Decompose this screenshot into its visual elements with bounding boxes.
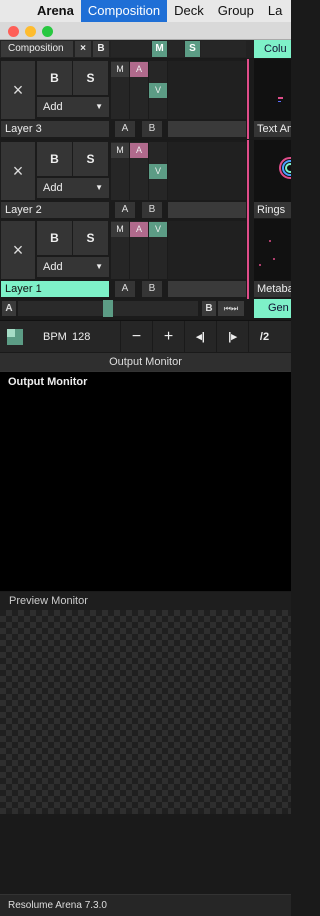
generators-tab[interactable]: Gen <box>254 299 291 318</box>
layer-slot-bar <box>168 121 246 137</box>
layer-mute-button[interactable]: M <box>111 222 129 237</box>
layer-divider <box>247 140 249 220</box>
text-animation-preview <box>278 97 283 102</box>
layer-solo-button[interactable]: S <box>73 61 108 95</box>
layer-crossfade-a[interactable]: A <box>115 121 135 137</box>
clip-name[interactable]: Metaba <box>254 281 291 297</box>
clip-name[interactable]: Rings <box>254 202 291 218</box>
layer-row-1: × B S Add ▼ Layer 1 M A V A B Metaba <box>0 219 291 299</box>
layer-audio-button[interactable]: A <box>130 143 148 158</box>
layer-name[interactable]: Layer 3 <box>1 121 109 137</box>
layer-mute-button[interactable]: M <box>111 143 129 158</box>
clip-thumbnail[interactable] <box>254 140 291 202</box>
layer-divider <box>247 219 249 299</box>
tap-square-icon[interactable] <box>7 329 23 345</box>
bpm-decrease-button[interactable]: − <box>120 321 152 353</box>
layer-clear-button[interactable]: × <box>1 61 35 119</box>
menu-deck[interactable]: Deck <box>167 0 211 22</box>
preview-monitor-canvas <box>0 610 291 814</box>
preview-monitor-footer <box>0 814 291 894</box>
layer-crossfade-b[interactable]: B <box>142 121 162 137</box>
composition-button[interactable]: Composition <box>1 41 73 57</box>
layer-slot-bar <box>168 281 246 297</box>
layer-crossfade-b[interactable]: B <box>142 202 162 218</box>
window-title-bar <box>0 22 291 40</box>
layer-slot <box>168 61 246 119</box>
composition-spacer <box>111 41 151 57</box>
bpm-label: BPM <box>43 331 67 343</box>
layer-name[interactable]: Layer 2 <box>1 202 109 218</box>
bpm-increase-button[interactable]: + <box>152 321 184 353</box>
menu-composition[interactable]: Composition <box>80 0 168 22</box>
crossfader-row: A B ⏮⏭ Gen <box>0 299 291 319</box>
layer-video-button[interactable]: V <box>149 164 167 179</box>
layer-row-2: × B S Add ▼ Layer 2 M A V A B Rings <box>0 140 291 220</box>
add-label: Add <box>43 261 63 273</box>
menu-arena[interactable]: Arena <box>30 0 81 22</box>
layer-audio-button[interactable]: A <box>130 62 148 77</box>
crossfader-a-button[interactable]: A <box>2 301 16 316</box>
composition-spacer-2 <box>168 41 184 57</box>
metaballs-preview <box>259 240 275 266</box>
layer-clear-button[interactable]: × <box>1 142 35 200</box>
output-monitor-title: Output Monitor <box>8 376 88 388</box>
layer-slot-bar <box>168 202 246 218</box>
half-tempo-button[interactable]: /2 <box>248 321 280 353</box>
clip-thumbnail[interactable] <box>254 59 291 121</box>
tempo-bar: BPM 128 − + ◂| |▸ /2 <box>0 320 291 353</box>
crossfader-b-button[interactable]: B <box>202 301 216 316</box>
layer-add-dropdown[interactable]: Add ▼ <box>37 178 109 198</box>
composition-solo-button[interactable]: S <box>185 41 200 57</box>
layer-crossfade-b[interactable]: B <box>142 281 162 297</box>
output-monitor-header[interactable]: Output Monitor <box>0 353 291 371</box>
layer-crossfade-a[interactable]: A <box>115 281 135 297</box>
skip-arrows-icon[interactable]: ⏮⏭ <box>218 301 244 316</box>
clip-thumbnail[interactable] <box>254 219 291 281</box>
chevron-down-icon: ▼ <box>95 262 103 271</box>
chevron-down-icon: ▼ <box>95 183 103 192</box>
layer-mute-button[interactable]: M <box>111 62 129 77</box>
zoom-window-icon[interactable] <box>42 26 53 37</box>
layer-divider <box>247 59 249 139</box>
layer-clear-button[interactable]: × <box>1 221 35 279</box>
layer-bypass-button[interactable]: B <box>37 61 72 95</box>
layer-solo-button[interactable]: S <box>73 221 108 255</box>
composition-clear-button[interactable]: × <box>75 41 91 57</box>
composition-bypass-button[interactable]: B <box>93 41 109 57</box>
layer-slot <box>168 142 246 200</box>
layer-solo-button[interactable]: S <box>73 142 108 176</box>
layer-name[interactable]: Layer 1 <box>1 281 109 297</box>
layer-video-button[interactable]: V <box>149 222 167 237</box>
menu-layer[interactable]: La <box>261 0 289 22</box>
composition-spacer-3 <box>201 41 246 57</box>
layer-row-3: × B S Add ▼ Layer 3 M A V A B Text An <box>0 59 291 139</box>
close-window-icon[interactable] <box>8 26 19 37</box>
layer-bypass-button[interactable]: B <box>37 142 72 176</box>
composition-row: Composition × B M S <box>0 40 291 58</box>
layer-crossfade-a[interactable]: A <box>115 202 135 218</box>
layer-slot <box>168 221 246 279</box>
status-bar-version: Resolume Arena 7.3.0 <box>0 894 291 916</box>
rings-preview <box>279 157 291 179</box>
layer-add-dropdown[interactable]: Add ▼ <box>37 257 109 277</box>
layer-add-dropdown[interactable]: Add ▼ <box>37 97 109 117</box>
nudge-back-button[interactable]: ◂| <box>184 321 216 353</box>
menu-bar: Arena Composition Deck Group La <box>0 0 291 22</box>
crossfader-handle[interactable] <box>103 300 113 317</box>
nudge-forward-button[interactable]: |▸ <box>216 321 248 353</box>
chevron-down-icon: ▼ <box>95 102 103 111</box>
column-tab[interactable]: Colu <box>254 40 291 58</box>
minimize-window-icon[interactable] <box>25 26 36 37</box>
bpm-value[interactable]: 128 <box>72 321 90 353</box>
layer-bypass-button[interactable]: B <box>37 221 72 255</box>
add-label: Add <box>43 182 63 194</box>
composition-mute-button[interactable]: M <box>152 41 167 57</box>
preview-monitor-title: Preview Monitor <box>0 592 291 610</box>
output-monitor-panel: Output Monitor <box>0 371 291 591</box>
menu-group[interactable]: Group <box>211 0 261 22</box>
layer-video-button[interactable]: V <box>149 83 167 98</box>
layer-audio-button[interactable]: A <box>130 222 148 237</box>
add-label: Add <box>43 101 63 113</box>
clip-name[interactable]: Text An <box>254 121 291 137</box>
